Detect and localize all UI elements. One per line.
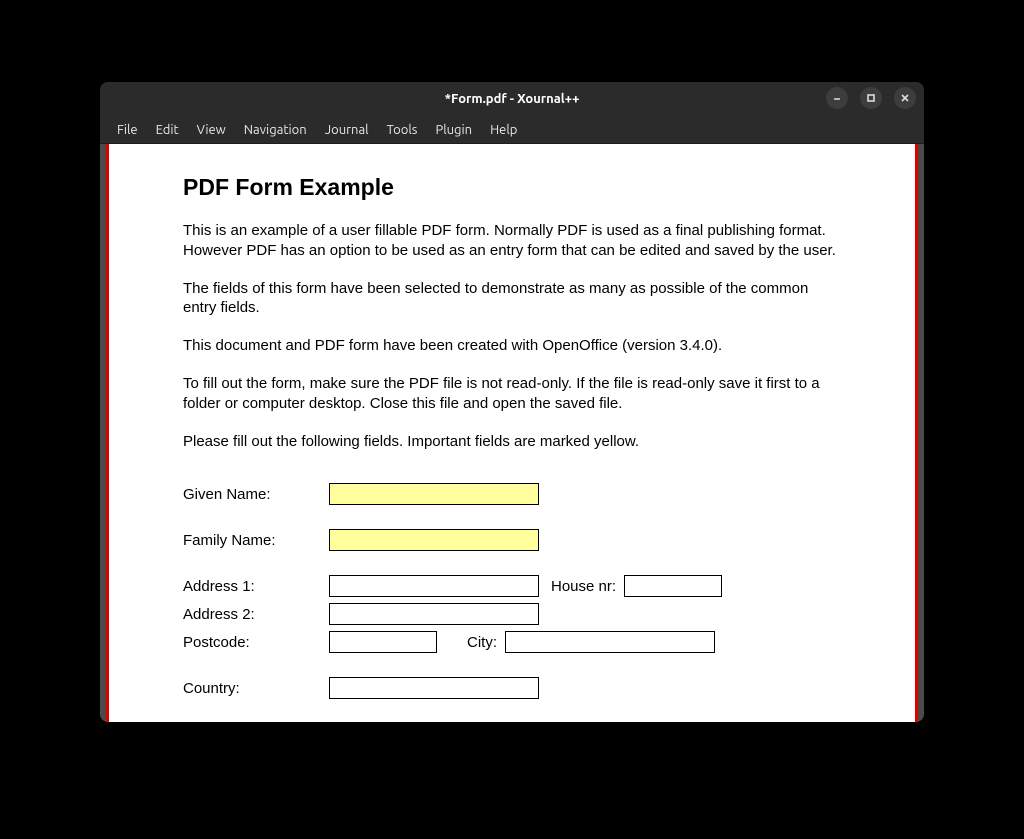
page-content: PDF Form Example This is an example of a… — [109, 144, 915, 722]
intro-paragraph-5: Please fill out the following fields. Im… — [183, 432, 841, 452]
menu-file[interactable]: File — [108, 119, 147, 141]
menu-bar: File Edit View Navigation Journal Tools … — [100, 116, 924, 144]
field-address-2[interactable] — [329, 603, 539, 625]
menu-plugin[interactable]: Plugin — [426, 119, 481, 141]
app-window: *Form.pdf - Xournal++ File Edit View Nav… — [100, 82, 924, 722]
window-controls — [826, 87, 916, 109]
intro-paragraph-1: This is an example of a user fillable PD… — [183, 221, 841, 261]
field-city[interactable] — [505, 631, 715, 653]
minimize-button[interactable] — [826, 87, 848, 109]
field-given-name[interactable] — [329, 483, 539, 505]
label-postcode: Postcode: — [183, 634, 329, 651]
label-country: Country: — [183, 680, 329, 697]
maximize-icon — [866, 93, 876, 103]
row-address-2: Address 2: — [183, 603, 841, 625]
field-postcode[interactable] — [329, 631, 437, 653]
field-house-nr[interactable] — [624, 575, 722, 597]
menu-help[interactable]: Help — [481, 119, 526, 141]
title-bar: *Form.pdf - Xournal++ — [100, 82, 924, 116]
field-address-1[interactable] — [329, 575, 539, 597]
menu-navigation[interactable]: Navigation — [235, 119, 316, 141]
row-family-name: Family Name: — [183, 529, 841, 551]
menu-view[interactable]: View — [188, 119, 235, 141]
row-country: Country: — [183, 677, 841, 699]
row-postcode-city: Postcode: City: — [183, 631, 841, 653]
label-house-nr: House nr: — [551, 578, 616, 595]
minimize-icon — [832, 93, 842, 103]
menu-edit[interactable]: Edit — [147, 119, 188, 141]
document-title: PDF Form Example — [183, 174, 841, 201]
intro-paragraph-2: The fields of this form have been select… — [183, 279, 841, 319]
menu-journal[interactable]: Journal — [316, 119, 378, 141]
row-given-name: Given Name: — [183, 483, 841, 505]
label-given-name: Given Name: — [183, 486, 329, 503]
document-canvas[interactable]: PDF Form Example This is an example of a… — [100, 144, 924, 722]
maximize-button[interactable] — [860, 87, 882, 109]
intro-paragraph-4: To fill out the form, make sure the PDF … — [183, 374, 841, 414]
label-address-2: Address 2: — [183, 606, 329, 623]
close-icon — [900, 93, 910, 103]
label-family-name: Family Name: — [183, 532, 329, 549]
row-address-1: Address 1: House nr: — [183, 575, 841, 597]
window-title: *Form.pdf - Xournal++ — [445, 92, 580, 106]
intro-paragraph-3: This document and PDF form have been cre… — [183, 336, 841, 356]
form-area: Given Name: Family Name: Address 1: Hous… — [183, 483, 841, 722]
pdf-page: PDF Form Example This is an example of a… — [106, 144, 918, 722]
field-country[interactable] — [329, 677, 539, 699]
menu-tools[interactable]: Tools — [378, 119, 427, 141]
close-button[interactable] — [894, 87, 916, 109]
label-address-1: Address 1: — [183, 578, 329, 595]
field-family-name[interactable] — [329, 529, 539, 551]
label-city: City: — [467, 634, 497, 651]
